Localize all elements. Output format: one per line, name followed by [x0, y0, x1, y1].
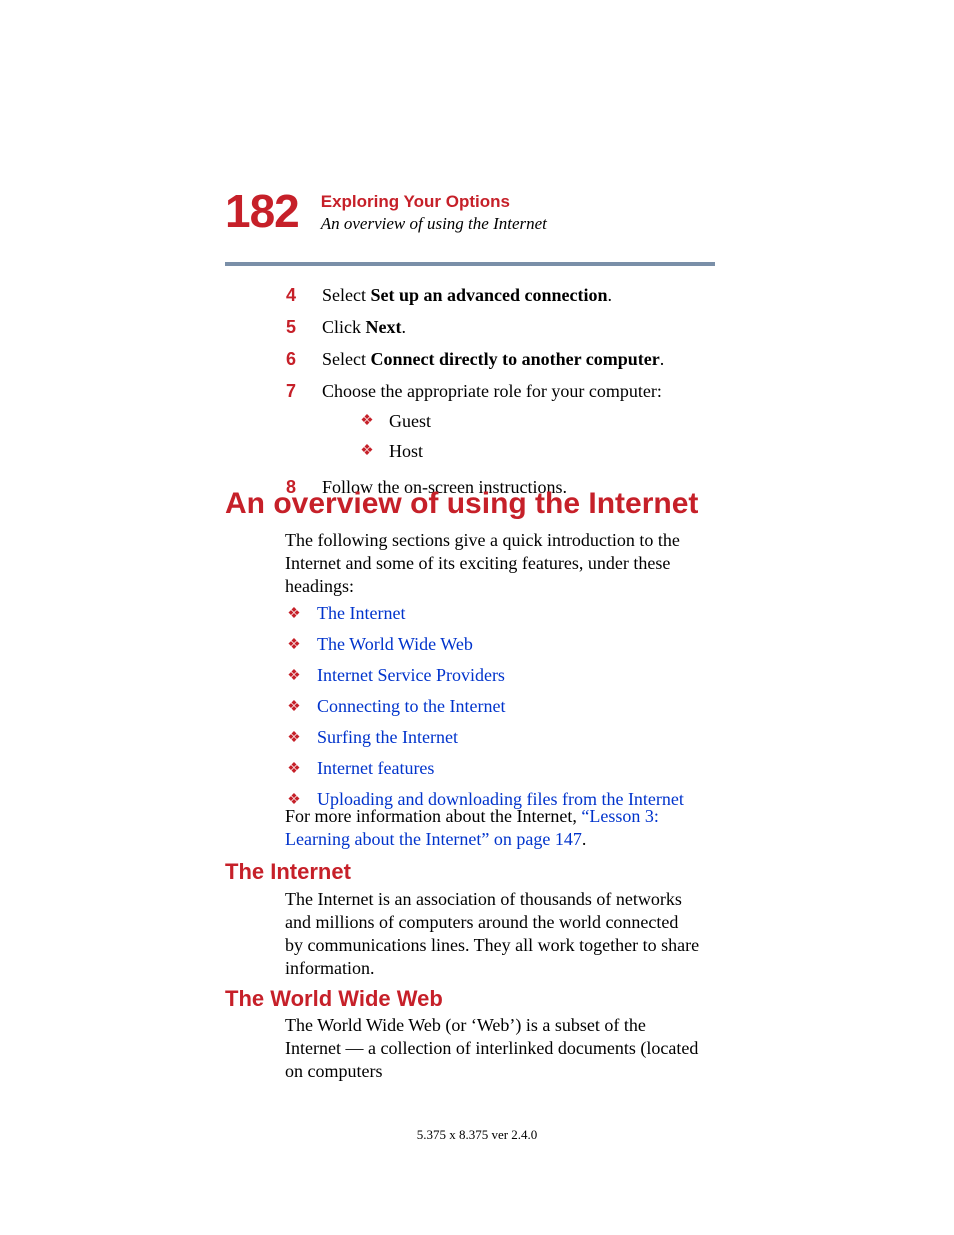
header-rule — [225, 262, 715, 266]
diamond-bullet-icon: ❖ — [285, 663, 303, 689]
more-info-prefix: For more information about the Internet, — [285, 806, 581, 826]
step-5: 5 Click Next. — [225, 314, 715, 340]
page-header: 182 Exploring Your Options An overview o… — [225, 188, 715, 234]
header-text-block: Exploring Your Options An overview of us… — [321, 192, 547, 234]
topic-link[interactable]: Internet Service Providers — [303, 663, 505, 687]
diamond-bullet-icon: ❖ — [285, 694, 303, 720]
heading-the-internet: The Internet — [225, 859, 351, 885]
topic-link-item: ❖ Internet features — [285, 756, 700, 782]
step-7: 7 Choose the appropriate role for your c… — [225, 378, 715, 468]
topic-link[interactable]: Connecting to the Internet — [303, 694, 505, 718]
page-footer: 5.375 x 8.375 ver 2.4.0 — [0, 1127, 954, 1143]
step-number: 4 — [225, 282, 296, 308]
step-7-sublist: ❖ Guest ❖ Host — [322, 408, 715, 464]
step-6: 6 Select Connect directly to another com… — [225, 346, 715, 372]
sublist-text: Guest — [377, 408, 431, 434]
topic-link-item: ❖ Surfing the Internet — [285, 725, 700, 751]
diamond-bullet-icon: ❖ — [285, 601, 303, 627]
diamond-bullet-icon: ❖ — [357, 438, 377, 464]
diamond-bullet-icon: ❖ — [285, 756, 303, 782]
step-body: Select Connect directly to another compu… — [296, 346, 715, 372]
topic-links-list: ❖ The Internet ❖ The World Wide Web ❖ In… — [285, 601, 700, 818]
topic-link-item: ❖ The World Wide Web — [285, 632, 700, 658]
topic-link[interactable]: The World Wide Web — [303, 632, 473, 656]
numbered-steps: 4 Select Set up an advanced connection. … — [225, 282, 715, 506]
sublist-text: Host — [377, 438, 423, 464]
section-title: An overview of using the Internet — [321, 214, 547, 234]
page-number: 182 — [225, 188, 299, 234]
more-info-paragraph: For more information about the Internet,… — [285, 805, 700, 851]
topic-link[interactable]: Surfing the Internet — [303, 725, 458, 749]
topic-link-item: ❖ Internet Service Providers — [285, 663, 700, 689]
chapter-title: Exploring Your Options — [321, 192, 547, 212]
step-body: Choose the appropriate role for your com… — [296, 378, 715, 468]
step-body: Select Set up an advanced connection. — [296, 282, 715, 308]
step-number: 7 — [225, 378, 296, 404]
topic-link[interactable]: The Internet — [303, 601, 405, 625]
the-internet-body: The Internet is an association of thousa… — [285, 888, 700, 980]
topic-link-item: ❖ Connecting to the Internet — [285, 694, 700, 720]
sublist-item: ❖ Host — [357, 438, 715, 464]
intro-paragraph: The following sections give a quick intr… — [285, 529, 700, 598]
diamond-bullet-icon: ❖ — [285, 632, 303, 658]
document-page: 182 Exploring Your Options An overview o… — [0, 0, 954, 1235]
topic-link[interactable]: Internet features — [303, 756, 434, 780]
topic-link-item: ❖ The Internet — [285, 601, 700, 627]
heading-overview: An overview of using the Internet — [225, 487, 698, 521]
heading-www: The World Wide Web — [225, 986, 443, 1012]
www-body: The World Wide Web (or ‘Web’) is a subse… — [285, 1014, 700, 1083]
step-body: Click Next. — [296, 314, 715, 340]
step-4: 4 Select Set up an advanced connection. — [225, 282, 715, 308]
sublist-item: ❖ Guest — [357, 408, 715, 434]
step-number: 5 — [225, 314, 296, 340]
more-info-suffix: . — [582, 829, 587, 849]
step-number: 6 — [225, 346, 296, 372]
diamond-bullet-icon: ❖ — [357, 408, 377, 434]
diamond-bullet-icon: ❖ — [285, 725, 303, 751]
